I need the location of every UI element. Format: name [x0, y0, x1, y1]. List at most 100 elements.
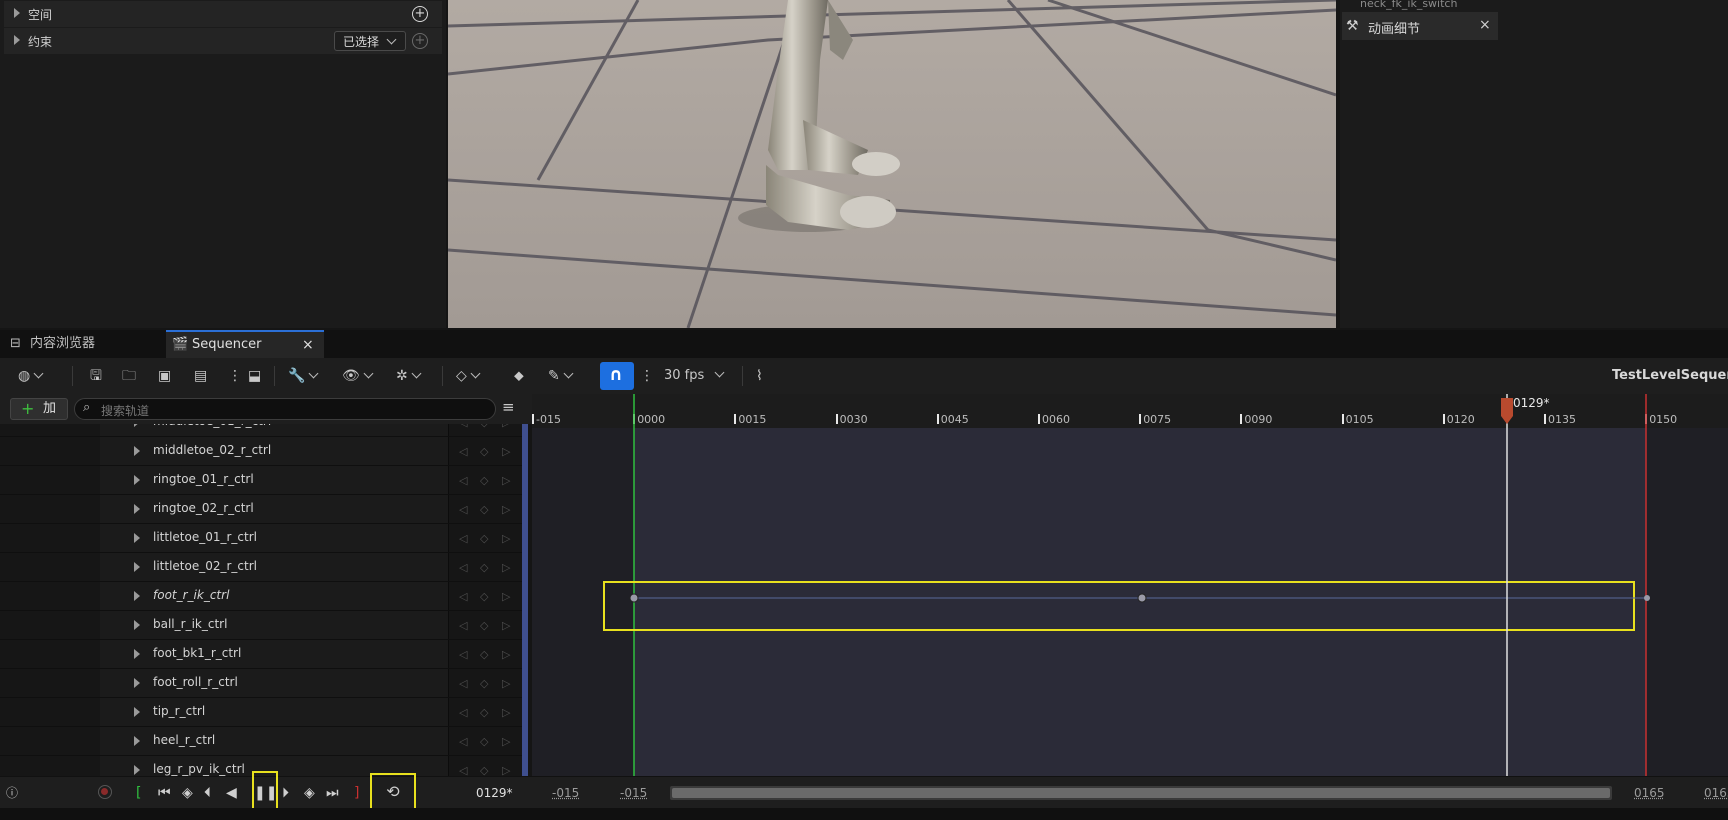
jump-to-start-icon[interactable]: ⏮	[158, 783, 171, 803]
camera-icon[interactable]: ▣	[158, 366, 171, 386]
timeline-scrollbar[interactable]	[670, 786, 1612, 800]
actions-icon[interactable]: ✲	[396, 366, 422, 386]
add-key-icon[interactable]: ◇	[480, 474, 488, 487]
info-icon[interactable]: ⓘ	[6, 783, 18, 803]
prev-key-icon[interactable]: ◁	[459, 532, 467, 545]
expand-arrow-icon[interactable]	[134, 736, 140, 746]
prev-key-icon[interactable]: ◈	[182, 783, 193, 803]
next-key-icon[interactable]: ▷	[502, 503, 510, 516]
next-key-icon[interactable]: ▷	[502, 561, 510, 574]
next-key-icon[interactable]: ▷	[502, 474, 510, 487]
track-row[interactable]: foot_r_ik_ctrl ◁ ◇ ▷	[0, 582, 528, 611]
filter-icon[interactable]: ≡	[502, 398, 515, 416]
fps-dropdown[interactable]: 30 fps	[664, 366, 725, 386]
next-key-icon[interactable]: ▷	[502, 424, 510, 429]
add-key-icon[interactable]: ◇	[480, 561, 488, 574]
track-row[interactable]: foot_bk1_r_ctrl ◁ ◇ ▷	[0, 640, 528, 669]
add-key-icon[interactable]: ◇	[480, 706, 488, 719]
add-key-icon[interactable]: ◇	[480, 445, 488, 458]
prev-key-icon[interactable]: ◁	[459, 677, 467, 690]
track-row[interactable]: ringtoe_02_r_ctrl ◁ ◇ ▷	[0, 495, 528, 524]
view-start-field[interactable]: -015	[552, 783, 579, 803]
next-key-icon[interactable]: ▷	[502, 706, 510, 719]
add-key-icon[interactable]: ◇	[480, 532, 488, 545]
next-key-icon[interactable]: ▷	[502, 764, 510, 776]
next-key-icon[interactable]: ▷	[502, 735, 510, 748]
prev-key-icon[interactable]: ◁	[459, 619, 467, 632]
tab-content-browser[interactable]: ⊟ 内容浏览器	[6, 330, 156, 358]
prev-frame-icon[interactable]: ⏴	[204, 783, 211, 803]
next-key-icon[interactable]: ▷	[502, 619, 510, 632]
expand-arrow-icon[interactable]	[134, 620, 140, 630]
render-movie-icon[interactable]: ▤	[194, 366, 207, 386]
prev-key-icon[interactable]: ◁	[459, 735, 467, 748]
expand-arrow-icon[interactable]	[134, 765, 140, 775]
prev-key-icon[interactable]: ◁	[459, 445, 467, 458]
add-key-icon[interactable]: ◇	[480, 590, 488, 603]
current-frame-field[interactable]: 0129*	[476, 783, 513, 803]
expand-arrow-icon[interactable]	[134, 591, 140, 601]
set-end-icon[interactable]: ]	[354, 783, 359, 803]
next-key-icon[interactable]: ▷	[502, 445, 510, 458]
expand-arrow-icon[interactable]	[134, 424, 140, 427]
play-reverse-icon[interactable]: ◀	[226, 783, 237, 803]
playhead-handle[interactable]	[1501, 398, 1513, 424]
working-start-field[interactable]: -015	[620, 783, 647, 803]
next-key-icon[interactable]: ▷	[502, 590, 510, 603]
expand-arrow-icon[interactable]	[134, 707, 140, 717]
expand-arrow-icon[interactable]	[14, 8, 20, 18]
add-key-icon[interactable]: ◇	[480, 735, 488, 748]
next-key-icon[interactable]: ◈	[304, 783, 315, 803]
view-end-field[interactable]: 0165	[1704, 783, 1728, 803]
loop-button[interactable]: ⟲	[370, 773, 416, 811]
level-viewport[interactable]	[448, 0, 1336, 328]
working-end-field[interactable]: 0165	[1634, 783, 1665, 803]
track-row[interactable]: ball_r_ik_ctrl ◁ ◇ ▷	[0, 611, 528, 640]
track-row[interactable]: tip_r_ctrl ◁ ◇ ▷	[0, 698, 528, 727]
add-key-icon[interactable]: ◇	[480, 503, 488, 516]
prev-key-icon[interactable]: ◁	[459, 590, 467, 603]
selection-dropdown[interactable]: 已选择	[334, 31, 406, 51]
expand-arrow-icon[interactable]	[134, 475, 140, 485]
eye-icon[interactable]: 👁	[342, 366, 374, 386]
constraint-row[interactable]: 约束 已选择 +	[4, 28, 442, 54]
next-key-icon[interactable]: ▷	[502, 677, 510, 690]
tab-sequencer[interactable]: 🎬 Sequencer ×	[166, 330, 324, 358]
add-key-icon[interactable]: ◇	[480, 764, 488, 776]
jump-to-end-icon[interactable]: ⏭	[326, 783, 339, 803]
add-space-icon[interactable]: +	[412, 6, 428, 22]
next-key-icon[interactable]: ▷	[502, 648, 510, 661]
track-row[interactable]: heel_r_ctrl ◁ ◇ ▷	[0, 727, 528, 756]
prev-key-icon[interactable]: ◁	[459, 503, 467, 516]
track-row[interactable]: ringtoe_01_r_ctrl ◁ ◇ ▷	[0, 466, 528, 495]
browse-folder-icon[interactable]: 🗀	[122, 366, 136, 386]
add-key-icon[interactable]: ◇	[480, 677, 488, 690]
keyframe[interactable]	[629, 593, 639, 603]
expand-arrow-icon[interactable]	[134, 504, 140, 514]
keyframe[interactable]	[1137, 593, 1147, 603]
expand-arrow-icon[interactable]	[134, 446, 140, 456]
expand-arrow-icon[interactable]	[14, 35, 20, 45]
prev-key-icon[interactable]: ◁	[459, 474, 467, 487]
close-icon[interactable]: ×	[1479, 17, 1491, 33]
track-row[interactable]: middletoe_02_r_ctrl ◁ ◇ ▷	[0, 437, 528, 466]
pencil-icon[interactable]: ✎	[548, 366, 574, 386]
wrench-icon[interactable]: 🔧	[288, 366, 319, 386]
graph-icon[interactable]: ⌇	[756, 366, 763, 386]
expand-arrow-icon[interactable]	[134, 678, 140, 688]
prev-key-icon[interactable]: ◁	[459, 424, 467, 429]
track-row[interactable]: foot_roll_r_ctrl ◁ ◇ ▷	[0, 669, 528, 698]
next-key-icon[interactable]: ▷	[502, 532, 510, 545]
key-diamond-icon[interactable]: ◇	[456, 366, 481, 386]
track-row[interactable]: littletoe_02_r_ctrl ◁ ◇ ▷	[0, 553, 528, 582]
add-constraint-icon[interactable]: +	[412, 33, 428, 49]
tab-animation-details[interactable]: ⚒ 动画细节 ×	[1342, 12, 1498, 40]
track-row[interactable]: littletoe_01_r_ctrl ◁ ◇ ▷	[0, 524, 528, 553]
add-track-button[interactable]: + 加	[10, 398, 68, 420]
record-button[interactable]	[98, 785, 112, 799]
prev-key-icon[interactable]: ◁	[459, 648, 467, 661]
save-icon[interactable]: 🖫	[90, 366, 102, 386]
world-icon[interactable]: ◍	[18, 366, 44, 386]
prev-key-icon[interactable]: ◁	[459, 561, 467, 574]
space-row[interactable]: 空间 +	[4, 1, 442, 27]
